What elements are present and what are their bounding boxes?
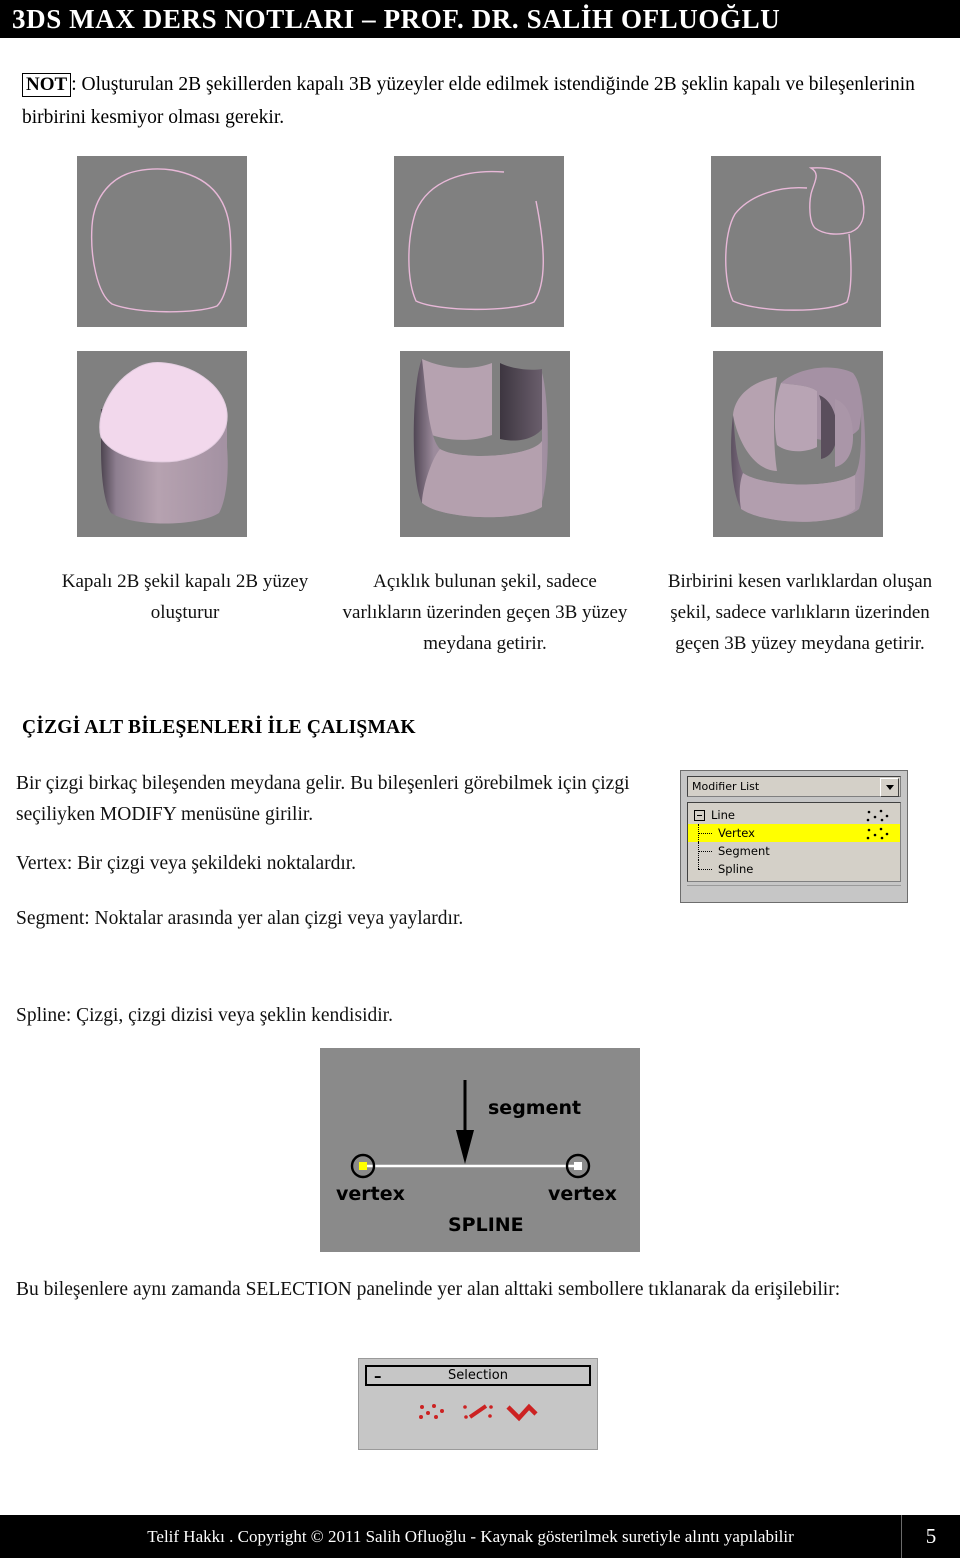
spline-diagram-figure: segment vertex vertex SPLINE: [320, 1048, 640, 1252]
subobject-dots-icon: [866, 809, 892, 822]
figure-caption-1: Kapalı 2B şekil kapalı 2B yüzey oluşturu…: [61, 571, 309, 623]
page-header-banner: 3DS MAX DERS NOTLARI – PROF. DR. SALİH O…: [0, 0, 960, 38]
subobject-dots-icon: [866, 827, 892, 840]
spline-icon[interactable]: [505, 1402, 539, 1427]
paragraph-spline: Spline: Çizgi, çizgi dizisi veya şeklin …: [16, 1005, 393, 1026]
modifier-stack-item-line[interactable]: Line: [688, 806, 900, 824]
modifier-panel-footer: [687, 885, 901, 896]
page-number: 5: [925, 1524, 937, 1548]
collapse-minus-icon[interactable]: –: [374, 1368, 382, 1383]
segment-label: segment: [488, 1097, 581, 1119]
modifier-stack-list[interactable]: Line Vertex Segment Spline: [687, 802, 901, 882]
viewport-open-surface-3d: [400, 351, 570, 537]
open-spline-drawing: [394, 156, 564, 327]
paragraph-vertex: Vertex: Bir çizgi veya şekildeki noktala…: [16, 853, 357, 874]
spline-diagram-drawing: segment vertex vertex SPLINE: [320, 1048, 640, 1252]
modifier-list-combobox-label: Modifier List: [692, 780, 760, 793]
figure-caption-3: Birbirini kesen varlıklardan oluşan şeki…: [667, 571, 933, 654]
modifier-stack-item-label: Segment: [718, 844, 770, 858]
note-tag: NOT: [22, 73, 72, 97]
selection-rollout-title: Selection: [448, 1368, 508, 1383]
tree-branch-line: [694, 824, 716, 842]
modifier-list-combobox[interactable]: Modifier List: [687, 776, 901, 797]
note-paragraph: NOT: Oluşturulan 2B şekillerden kapalı 3…: [22, 68, 938, 134]
modifier-list-panel[interactable]: Modifier List Line Vertex Segment Spline: [680, 770, 908, 903]
modifier-stack-item-vertex[interactable]: Vertex: [688, 824, 900, 842]
note-text: : Oluşturulan 2B şekillerden kapalı 3B y…: [22, 74, 915, 128]
selection-rollout-header[interactable]: – Selection: [365, 1365, 591, 1386]
tree-branch-line: [694, 860, 716, 878]
segment-icon[interactable]: [461, 1402, 495, 1427]
vertex-left-label: vertex: [336, 1183, 405, 1205]
paragraph-selection-note: Bu bileşenlere aynı zamanda SELECTION pa…: [16, 1279, 841, 1300]
page-title: 3DS MAX DERS NOTLARI – PROF. DR. SALİH O…: [12, 3, 781, 34]
tree-branch-line: [694, 842, 716, 860]
open-surface-render: [400, 351, 570, 537]
page-footer-banner: Telif Hakkı . Copyright © 2011 Salih Ofl…: [0, 1515, 960, 1558]
viewport-closed-spline-2d: [77, 156, 247, 327]
modifier-stack-item-label: Line: [711, 808, 735, 822]
modifier-stack-item-segment[interactable]: Segment: [688, 842, 900, 860]
modifier-stack-item-label: Spline: [718, 862, 754, 876]
viewport-intersecting-surface-3d: [713, 351, 883, 537]
closed-spline-drawing: [77, 156, 247, 327]
vertex-right-label: vertex: [548, 1183, 617, 1205]
viewport-closed-surface-3d: [77, 351, 247, 537]
vertex-icon[interactable]: [417, 1402, 451, 1427]
intersecting-spline-drawing: [711, 156, 881, 327]
closed-surface-render: [77, 351, 247, 537]
collapse-minus-icon[interactable]: [694, 809, 705, 821]
spline-label: SPLINE: [448, 1214, 524, 1236]
intersecting-surface-render: [713, 351, 883, 537]
modifier-stack-item-spline[interactable]: Spline: [688, 860, 900, 878]
chevron-down-icon[interactable]: [880, 778, 899, 797]
viewport-open-spline-2d: [394, 156, 564, 327]
modifier-stack-item-label: Vertex: [718, 826, 755, 840]
figure-caption-2: Açıklık bulunan şekil, sadece varlıkları…: [342, 571, 628, 654]
paragraph-intro: Bir çizgi birkaç bileşenden meydana geli…: [16, 773, 630, 825]
copyright-text: Telif Hakkı . Copyright © 2011 Salih Ofl…: [147, 1526, 794, 1546]
selection-rollout-panel[interactable]: – Selection: [358, 1358, 598, 1450]
paragraph-segment: Segment: Noktalar arasında yer alan çizg…: [16, 908, 464, 929]
section-heading: ÇİZGİ ALT BİLEŞENLERİ İLE ÇALIŞMAK: [22, 717, 416, 738]
selection-subobject-buttons[interactable]: [359, 1402, 597, 1426]
viewport-intersecting-spline-2d: [711, 156, 881, 327]
